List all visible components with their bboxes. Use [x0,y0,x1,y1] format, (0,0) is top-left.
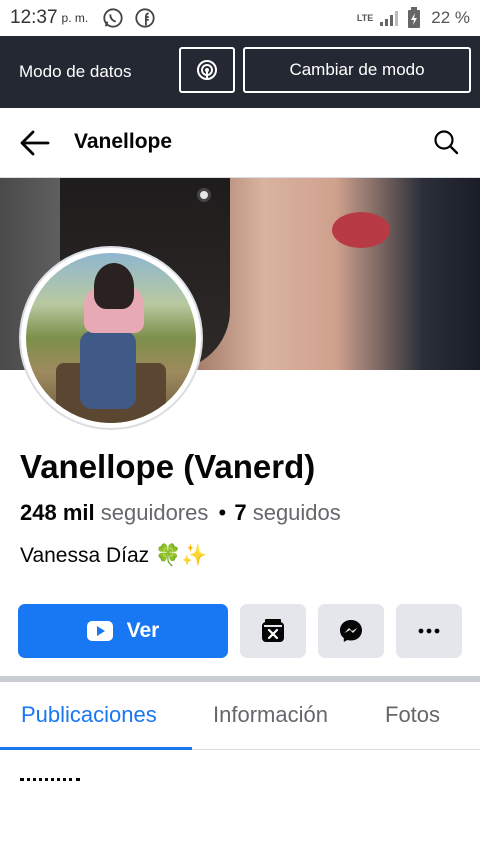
follow-stats: 248 mil seguidores • 7 seguidos [20,500,341,526]
whatsapp-icon [103,8,123,28]
cover-earring-shape [197,188,211,202]
status-time: 12:37 [10,7,58,28]
page-title: Vanellope [74,130,173,153]
tab-publicaciones[interactable]: Publicaciones [21,702,157,728]
facebook-icon [135,8,155,28]
watch-button-label: Ver [126,619,160,642]
signal-icon [380,11,399,26]
battery-percent: 22 % [431,8,470,27]
data-mode-label: Modo de datos [19,62,132,81]
profile-tabs: Publicaciones Información Fotos [0,682,480,750]
profile-header: Vanellope [0,108,480,178]
network-indicator: LTE [356,12,374,23]
avatar-hair-shape [94,263,134,309]
messenger-icon [340,620,362,642]
cover-lips-shape [332,212,390,248]
status-indicators: LTE 22 % [357,7,470,29]
watch-button[interactable]: Ver [18,604,228,658]
data-mode-bar: Modo de datos Cambiar de modo [0,36,480,108]
message-button[interactable] [318,604,384,658]
profile-bio: Vanessa Díaz 🍀✨ [20,544,208,567]
avatar [26,253,196,423]
broadcast-icon [197,60,217,80]
profile-picture[interactable] [19,246,203,430]
switch-mode-button[interactable]: Cambiar de modo [243,47,471,93]
back-arrow-icon[interactable] [20,129,50,157]
data-mode-icon-button[interactable] [179,47,235,93]
following-count: 7 [234,500,247,525]
calendar-button[interactable] [240,604,306,658]
status-bar: 12:37 p. m. LTE 22 % [0,0,480,36]
followers-label[interactable]: seguidores [101,500,209,525]
profile-name: Vanellope (Vanerd) [20,448,316,485]
followers-count: 248 mil [20,500,95,525]
more-options-button[interactable] [396,604,462,658]
stats-separator: • [218,500,227,525]
active-tab-indicator [0,747,192,750]
status-ampm: p. m. [61,11,89,25]
tab-informacion[interactable]: Información [213,702,328,728]
battery-icon [408,7,421,28]
youtube-play-icon [86,621,113,641]
avatar-jeans-shape [80,331,136,409]
calendar-x-icon [262,619,284,642]
more-icon [418,628,440,634]
search-icon[interactable] [432,128,460,156]
tab-fotos[interactable]: Fotos [385,702,440,728]
following-label[interactable]: seguidos [253,500,341,525]
partially-visible-content [20,778,80,784]
